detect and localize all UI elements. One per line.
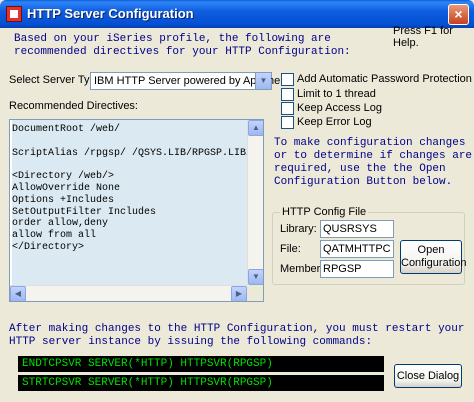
library-field[interactable]: QUSRSYS — [320, 220, 394, 238]
library-label: Library: — [280, 223, 317, 235]
scroll-up-icon[interactable]: ▲ — [248, 120, 263, 136]
intro-text: Based on your iSeries profile, the follo… — [14, 33, 351, 58]
directive-line: <Directory /web/> — [12, 171, 115, 183]
limit-thread-checkbox[interactable] — [281, 88, 294, 101]
window-close-button[interactable]: × — [448, 4, 469, 25]
directive-line: allow from all — [12, 230, 97, 242]
title-bar[interactable]: HTTP Server Configuration × — [0, 0, 474, 28]
app-icon — [6, 6, 22, 22]
limit-thread-label[interactable]: Limit to 1 thread — [297, 88, 376, 100]
scroll-corner — [247, 285, 263, 301]
directive-line — [12, 136, 248, 148]
chevron-down-icon[interactable]: ▼ — [255, 73, 271, 89]
member-field[interactable]: RPGSP — [320, 260, 394, 278]
directive-line: order allow,deny — [12, 218, 109, 230]
window-title: HTTP Server Configuration — [27, 6, 194, 21]
directives-label: Recommended Directives: — [9, 100, 138, 112]
server-type-value: IBM HTTP Server powered by Apache — [94, 75, 281, 87]
directive-line: </Directory> — [12, 241, 85, 253]
info-text: To make configuration changes or to dete… — [274, 137, 473, 188]
file-label: File: — [280, 243, 301, 255]
scroll-right-icon[interactable]: ▶ — [231, 286, 247, 301]
start-command[interactable]: STRTCPSVR SERVER(*HTTP) HTTPSVR(RPGSP) — [18, 375, 384, 391]
close-dialog-button[interactable]: Close Dialog — [394, 364, 462, 388]
dialog-window: HTTP Server Configuration × Based on you… — [0, 0, 474, 402]
directive-line: Options +Includes — [12, 194, 115, 206]
directives-textarea[interactable]: DocumentRoot /web/ ScriptAlias /rpgsp/ /… — [9, 119, 264, 302]
directives-content[interactable]: DocumentRoot /web/ ScriptAlias /rpgsp/ /… — [12, 120, 253, 285]
directive-line: SetOutputFilter Includes — [12, 206, 157, 218]
member-label: Member: — [280, 263, 324, 275]
scroll-left-icon[interactable]: ◀ — [10, 286, 26, 301]
access-log-label[interactable]: Keep Access Log — [297, 102, 382, 114]
error-log-label[interactable]: Keep Error Log — [297, 116, 372, 128]
help-hint: Press F1 for Help. — [393, 25, 453, 49]
directive-line — [12, 159, 248, 171]
scroll-down-icon[interactable]: ▼ — [248, 269, 263, 285]
end-command[interactable]: ENDTCPSVR SERVER(*HTTP) HTTPSVR(RPGSP) — [18, 356, 384, 372]
error-log-checkbox[interactable] — [281, 116, 294, 129]
config-file-title: HTTP Config File — [280, 206, 369, 218]
directive-line: DocumentRoot /web/ — [12, 124, 121, 135]
file-field[interactable]: QATMHTTPC — [320, 240, 394, 258]
restart-instructions: After making changes to the HTTP Configu… — [9, 323, 465, 348]
password-protection-checkbox[interactable] — [281, 73, 294, 86]
directive-line: ScriptAlias /rpgsp/ /QSYS.LIB/RPGSP.LIB/ — [12, 147, 253, 159]
password-protection-label[interactable]: Add Automatic Password Protection — [297, 73, 472, 85]
server-type-select[interactable]: IBM HTTP Server powered by Apache ▼ — [90, 72, 280, 90]
horizontal-scrollbar[interactable]: ◀ ▶ — [10, 285, 247, 301]
directive-line: AllowOverride None — [12, 182, 121, 194]
vertical-scrollbar[interactable]: ▲ ▼ — [247, 120, 263, 285]
open-configuration-button[interactable]: Open Configuration — [400, 240, 466, 274]
access-log-checkbox[interactable] — [281, 102, 294, 115]
